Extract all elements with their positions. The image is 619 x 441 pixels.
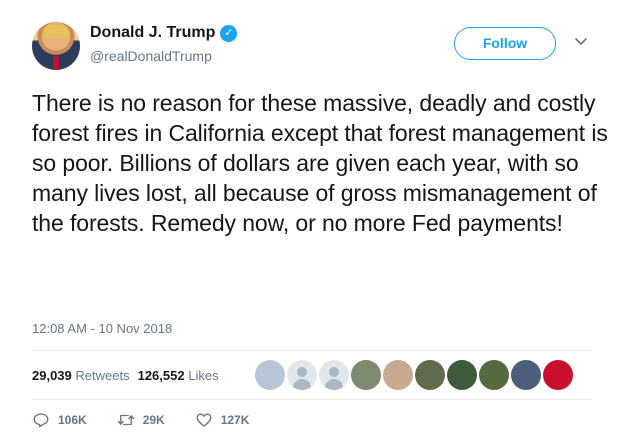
- author-handle[interactable]: @realDonaldTrump: [90, 48, 212, 64]
- tweet-timestamp[interactable]: 12:08 AM - 10 Nov 2018: [32, 321, 172, 336]
- divider: [32, 350, 592, 351]
- like-icon: [196, 413, 212, 427]
- author-display-name[interactable]: Donald J. Trump: [90, 24, 215, 42]
- like-count: 127K: [220, 413, 250, 427]
- author-name-row: Donald J. Trump ✓: [90, 24, 238, 42]
- retweets-label: Retweets: [75, 368, 130, 383]
- chevron-down-icon[interactable]: [573, 33, 589, 49]
- liker-avatar[interactable]: [415, 360, 445, 390]
- tweet-actions: 106K 29K 127K: [32, 411, 279, 429]
- liker-avatar[interactable]: [479, 360, 509, 390]
- like-button[interactable]: 127K: [195, 411, 250, 429]
- divider: [32, 399, 592, 400]
- reply-icon: [33, 413, 49, 428]
- retweet-icon: [117, 414, 134, 426]
- retweet-count: 29K: [142, 413, 165, 427]
- reply-button[interactable]: 106K: [32, 411, 87, 429]
- retweets-count: 29,039: [32, 368, 72, 383]
- likes-count: 126,552: [137, 368, 185, 383]
- liker-avatar[interactable]: [287, 360, 317, 390]
- retweet-button[interactable]: 29K: [117, 411, 165, 429]
- likes-label: Likes: [188, 368, 219, 383]
- liker-avatars: [255, 360, 573, 390]
- liker-avatar[interactable]: [511, 360, 541, 390]
- follow-button[interactable]: Follow: [454, 27, 556, 60]
- verified-badge-icon: ✓: [220, 24, 238, 42]
- tweet-stats: 29,039 Retweets 126,552 Likes: [32, 368, 219, 383]
- author-avatar[interactable]: [32, 22, 80, 70]
- liker-avatar[interactable]: [255, 360, 285, 390]
- liker-avatar[interactable]: [351, 360, 381, 390]
- liker-avatar[interactable]: [383, 360, 413, 390]
- liker-avatar[interactable]: [319, 360, 349, 390]
- likes-stat[interactable]: 126,552 Likes: [138, 368, 219, 383]
- retweets-stat[interactable]: 29,039 Retweets: [32, 368, 130, 383]
- reply-count: 106K: [58, 413, 87, 427]
- liker-avatar[interactable]: [447, 360, 477, 390]
- tweet-text: There is no reason for these massive, de…: [32, 90, 608, 236]
- liker-avatar[interactable]: [543, 360, 573, 390]
